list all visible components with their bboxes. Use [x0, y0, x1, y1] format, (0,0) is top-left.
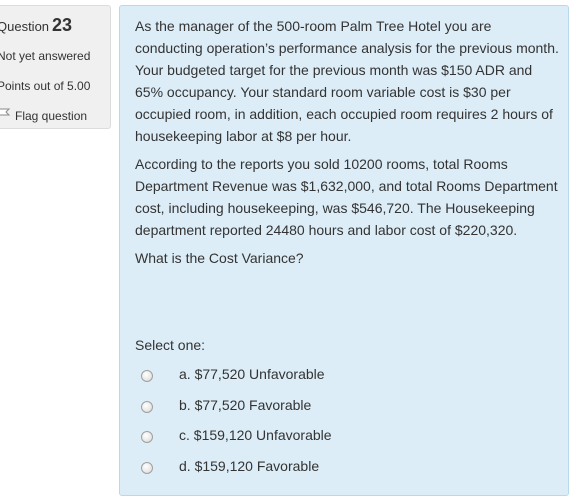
answer-option-b[interactable]: b. $77,520 Favorable — [141, 394, 311, 416]
question-label: Question — [0, 19, 50, 34]
answer-option-d[interactable]: d. $159,120 Favorable — [141, 455, 319, 477]
question-paragraph: According to the reports you sold 10200 … — [135, 156, 558, 238]
answer-option-c[interactable]: c. $159,120 Unfavorable — [141, 424, 332, 446]
answer-radio-b[interactable] — [141, 401, 153, 413]
answer-radio-a[interactable] — [141, 370, 153, 382]
question-number: 23 — [52, 15, 73, 35]
question-text: As the manager of the 500-room Palm Tree… — [135, 15, 560, 275]
question-number-heading: Question 23 — [0, 15, 72, 36]
select-one-prompt: Select one: — [135, 337, 206, 353]
flag-icon — [0, 108, 15, 123]
question-paragraph: What is the Cost Variance? — [135, 250, 304, 266]
question-grade: Points out of 5.00 — [0, 79, 91, 93]
question-paragraph: As the manager of the 500-room Palm Tree… — [135, 18, 559, 144]
answer-option-a[interactable]: a. $77,520 Unfavorable — [141, 363, 325, 385]
question-state: Not yet answered — [0, 49, 91, 63]
answer-label-c: c. $159,120 Unfavorable — [179, 427, 332, 443]
answer-radio-d[interactable] — [141, 462, 153, 474]
question-info-panel: Question 23 Not yet answered Points out o… — [0, 5, 111, 129]
flag-question-link[interactable]: Flag question — [0, 108, 87, 123]
question-content: As the manager of the 500-room Palm Tree… — [119, 5, 569, 496]
flag-question-label: Flag question — [15, 108, 88, 123]
answer-label-b: b. $77,520 Favorable — [179, 397, 312, 413]
answer-label-d: d. $159,120 Favorable — [179, 458, 320, 474]
answer-label-a: a. $77,520 Unfavorable — [179, 366, 325, 382]
answer-radio-c[interactable] — [141, 431, 153, 443]
